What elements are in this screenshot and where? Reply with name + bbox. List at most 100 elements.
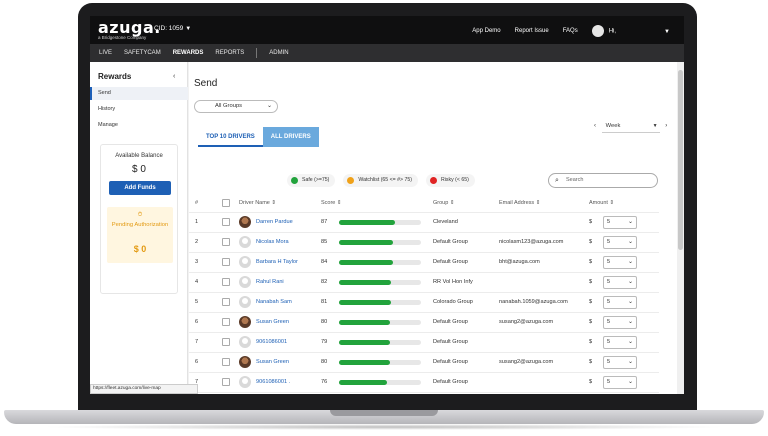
sidebar-item-manage[interactable]: Manage: [90, 119, 188, 132]
sort-icon: ⇕: [449, 200, 455, 206]
nav-safetycam[interactable]: SAFETYCAM: [124, 50, 161, 56]
col-email[interactable]: Email Address ⇕: [499, 200, 540, 206]
driver-name-link[interactable]: Susan Green: [256, 319, 289, 325]
rewards-sidebar: Rewards ‹ Send History Manage Available …: [90, 62, 188, 394]
driver-score: 76: [321, 379, 328, 385]
tab-all-drivers[interactable]: ALL DRIVERS: [262, 127, 319, 147]
chevron-left-icon[interactable]: ‹: [594, 123, 596, 129]
main-nav: LIVE SAFETYCAM REWARDS REPORTS ADMIN: [90, 44, 684, 62]
driver-avatar: [239, 376, 251, 388]
page-scrollbar[interactable]: [677, 62, 684, 394]
period-value: Week: [605, 123, 621, 129]
period-select[interactable]: Week ▼: [601, 123, 660, 133]
row-checkbox[interactable]: [222, 338, 230, 346]
driver-avatar: [239, 256, 251, 268]
amount-select[interactable]: 5 ⌄: [603, 336, 637, 349]
nav-reports[interactable]: REPORTS: [215, 50, 244, 56]
row-checkbox[interactable]: [222, 378, 230, 386]
table-header: # Driver Name ⇕ Score ⇕ Group ⇕ Email Ad…: [189, 198, 659, 210]
row-checkbox[interactable]: [222, 258, 230, 266]
sort-icon: ⇕: [535, 200, 541, 206]
nav-rewards[interactable]: REWARDS: [173, 50, 204, 56]
driver-avatar: [239, 316, 251, 328]
chevron-down-icon[interactable]: ▼: [664, 29, 670, 35]
table-row: 8Mitchell Smith76Default Group$5⌄: [189, 392, 659, 394]
row-number: 3: [195, 259, 199, 265]
driver-name-link[interactable]: 9061086001 .: [256, 379, 290, 385]
select-all-checkbox[interactable]: [222, 199, 230, 207]
search-icon: ⌕: [555, 177, 559, 184]
laptop-notch: [330, 410, 438, 416]
search-input[interactable]: ⌕ Search: [548, 173, 658, 188]
legend-risky-label: Risky (< 65): [441, 177, 469, 183]
score-bar: [339, 300, 421, 305]
row-checkbox[interactable]: [222, 218, 230, 226]
user-menu[interactable]: Hi, ▼: [591, 25, 670, 37]
row-checkbox[interactable]: [222, 298, 230, 306]
faqs-link[interactable]: FAQs: [563, 28, 578, 34]
sidebar-item-send[interactable]: Send: [90, 87, 188, 100]
cid-label: CID: 1059: [154, 25, 184, 32]
amount-select[interactable]: 5 ⌄: [603, 216, 637, 229]
row-checkbox[interactable]: [222, 358, 230, 366]
col-amount[interactable]: Amount ⇕: [589, 200, 614, 206]
row-number: 7: [195, 339, 199, 345]
row-checkbox[interactable]: [222, 238, 230, 246]
score-bar-fill: [339, 340, 390, 345]
driver-group: Default Group: [433, 379, 468, 385]
table-row: 7 9061086001 . 76 Default Group $5 ⌄: [189, 372, 659, 392]
available-balance-label: Available Balance: [115, 153, 163, 159]
chevron-down-icon: ⌄: [627, 319, 633, 325]
nav-live[interactable]: LIVE: [99, 50, 112, 56]
chevron-left-icon[interactable]: ‹: [173, 73, 175, 80]
col-score-label: Score: [321, 200, 336, 206]
amount-select[interactable]: 5 ⌄: [603, 316, 637, 329]
score-bar: [339, 280, 421, 285]
pending-authorization-value: $ 0: [133, 244, 147, 254]
group-select[interactable]: All Groups ⌄: [194, 100, 278, 113]
col-group[interactable]: Group ⇕: [433, 200, 454, 206]
scrollbar-thumb[interactable]: [678, 70, 683, 250]
driver-email: nicolasm123@azuga.com: [499, 239, 564, 245]
driver-name-link[interactable]: Darren Pardue: [256, 219, 293, 225]
sidebar-item-history[interactable]: History: [90, 103, 188, 116]
amount-select[interactable]: 5 ⌄: [603, 236, 637, 249]
driver-avatar: [239, 216, 251, 228]
driver-group: Default Group: [433, 259, 468, 265]
driver-name-link[interactable]: Nanabah Sam: [256, 299, 292, 305]
report-issue-link[interactable]: Report Issue: [515, 28, 549, 34]
driver-name-link[interactable]: Barbara H Taylor: [256, 259, 298, 265]
amount-select[interactable]: 5 ⌄: [603, 376, 637, 389]
col-score[interactable]: Score ⇕: [321, 200, 342, 206]
row-checkbox[interactable]: [222, 278, 230, 286]
row-checkbox[interactable]: [222, 318, 230, 326]
currency-symbol: $: [589, 339, 593, 345]
amount-select[interactable]: 5 ⌄: [603, 356, 637, 369]
cid-selector[interactable]: CID: 1059 ▼: [154, 25, 191, 32]
driver-score: 87: [321, 219, 328, 225]
row-number: 5: [195, 299, 199, 305]
col-group-label: Group: [433, 200, 449, 206]
driver-email: susang2@azuga.com: [499, 359, 554, 365]
caret-down-icon: ▼: [652, 123, 658, 129]
driver-group: Default Group: [433, 319, 468, 325]
driver-name-link[interactable]: Susan Green: [256, 359, 289, 365]
driver-tabs: TOP 10 DRIVERS ALL DRIVERS: [198, 127, 319, 147]
chevron-down-icon: ⌄: [627, 259, 633, 265]
amount-select[interactable]: 5 ⌄: [603, 256, 637, 269]
col-driver-name[interactable]: Driver Name ⇕: [239, 200, 276, 206]
table-row: 1 Darren Pardue 87 Cleveland $5 ⌄: [189, 212, 659, 232]
driver-name-link[interactable]: Nicolas Mora: [256, 239, 289, 245]
currency-symbol: $: [589, 259, 593, 265]
add-funds-button[interactable]: Add Funds: [109, 181, 171, 195]
send-rewards-panel: Send All Groups ⌄ TOP 10 DRIVERS ALL DRIV…: [189, 62, 677, 394]
nav-admin[interactable]: ADMIN: [269, 50, 288, 56]
amount-select[interactable]: 5 ⌄: [603, 296, 637, 309]
app-demo-link[interactable]: App Demo: [472, 28, 500, 34]
score-bar: [339, 340, 421, 345]
amount-select[interactable]: 5 ⌄: [603, 276, 637, 289]
driver-name-link[interactable]: 9061086001: [256, 339, 287, 345]
tab-top-10-drivers[interactable]: TOP 10 DRIVERS: [198, 127, 263, 147]
chevron-right-icon[interactable]: ›: [665, 123, 667, 129]
driver-name-link[interactable]: Rahul Rani: [256, 279, 284, 285]
